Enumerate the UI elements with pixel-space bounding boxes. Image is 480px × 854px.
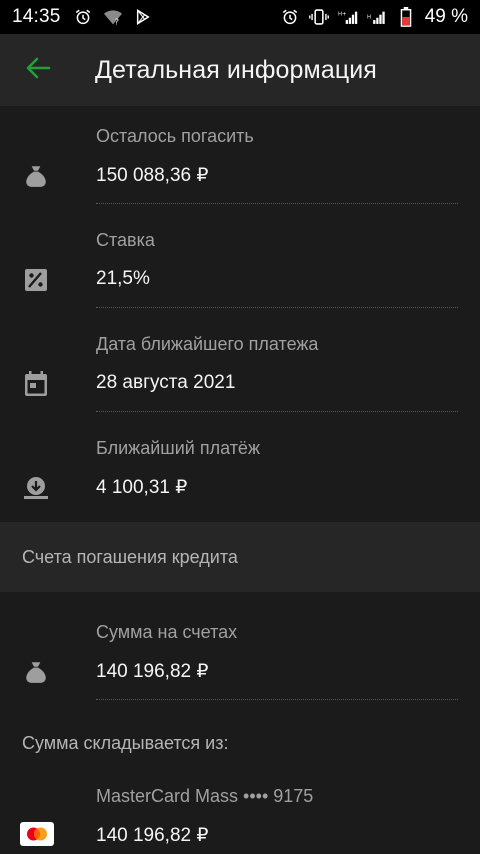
alarm-icon	[73, 7, 93, 27]
detail-value: 4 100,31 ₽	[96, 477, 188, 498]
card-item[interactable]: MasterCard Mass •••• 9175 140 196,82 ₽	[0, 780, 480, 854]
detail-label: Ставка	[96, 230, 155, 250]
detail-value: 150 088,36 ₽	[96, 165, 209, 186]
status-bar: 14:35 ? H+ H 49 %	[0, 0, 480, 34]
arrow-left-icon	[25, 57, 51, 84]
detail-value: 140 196,82 ₽	[96, 661, 209, 682]
detail-row-rate: Ставка 21,5%	[0, 210, 480, 314]
back-button[interactable]	[0, 34, 76, 106]
detail-label: Дата ближайшего платежа	[96, 334, 319, 354]
page-title: Детальная информация	[95, 55, 377, 84]
card-balance: 140 196,82 ₽	[96, 825, 209, 846]
detail-row-next-date: Дата ближайшего платежа 28 августа 2021	[0, 314, 480, 418]
download-tray-icon	[22, 474, 50, 502]
detail-label: Осталось погасить	[96, 126, 254, 146]
row-divider	[96, 699, 458, 700]
mastercard-icon	[20, 822, 54, 846]
row-divider	[96, 411, 458, 412]
row-divider	[96, 307, 458, 308]
detail-value: 21,5%	[96, 268, 150, 289]
detail-value: 28 августа 2021	[96, 372, 236, 393]
detail-label: Сумма на счетах	[96, 622, 238, 642]
detail-label: Ближайший платёж	[96, 438, 260, 458]
signal-h-icon: H	[367, 7, 387, 27]
card-name: MasterCard Mass •••• 9175	[96, 786, 314, 806]
status-left-icons: ?	[73, 7, 153, 27]
status-right-icons: H+ H 49 %	[280, 6, 468, 28]
money-bag-icon	[22, 162, 50, 190]
detail-row-accounts-total: Сумма на счетах 140 196,82 ₽	[0, 602, 480, 706]
detail-row-next-payment: Ближайший платёж 4 100,31 ₽	[0, 418, 480, 522]
wifi-question-icon: ?	[103, 7, 123, 27]
section-header-repayment-accounts: Счета погашения кредита	[0, 522, 480, 592]
status-time: 14:35	[12, 6, 61, 27]
svg-text:?: ?	[114, 16, 118, 26]
calendar-icon	[22, 370, 50, 398]
app-bar: Детальная информация	[0, 34, 480, 106]
alarm-icon	[280, 7, 300, 27]
detail-row-remaining: Осталось погасить 150 088,36 ₽	[0, 106, 480, 210]
breakdown-header: Сумма складывается из:	[22, 732, 229, 753]
percent-icon	[22, 266, 50, 294]
battery-percentage: 49 %	[424, 6, 468, 27]
row-divider	[96, 203, 458, 204]
vibrate-icon	[308, 7, 329, 27]
svg-text:H+: H+	[338, 11, 347, 17]
battery-icon	[396, 7, 416, 27]
main-content: Осталось погасить 150 088,36 ₽ Ставка 21…	[0, 106, 480, 854]
signal-h-plus-icon: H+	[338, 7, 358, 27]
svg-text:H: H	[367, 15, 371, 21]
money-bag-icon	[22, 658, 50, 686]
play-store-icon	[133, 7, 153, 27]
